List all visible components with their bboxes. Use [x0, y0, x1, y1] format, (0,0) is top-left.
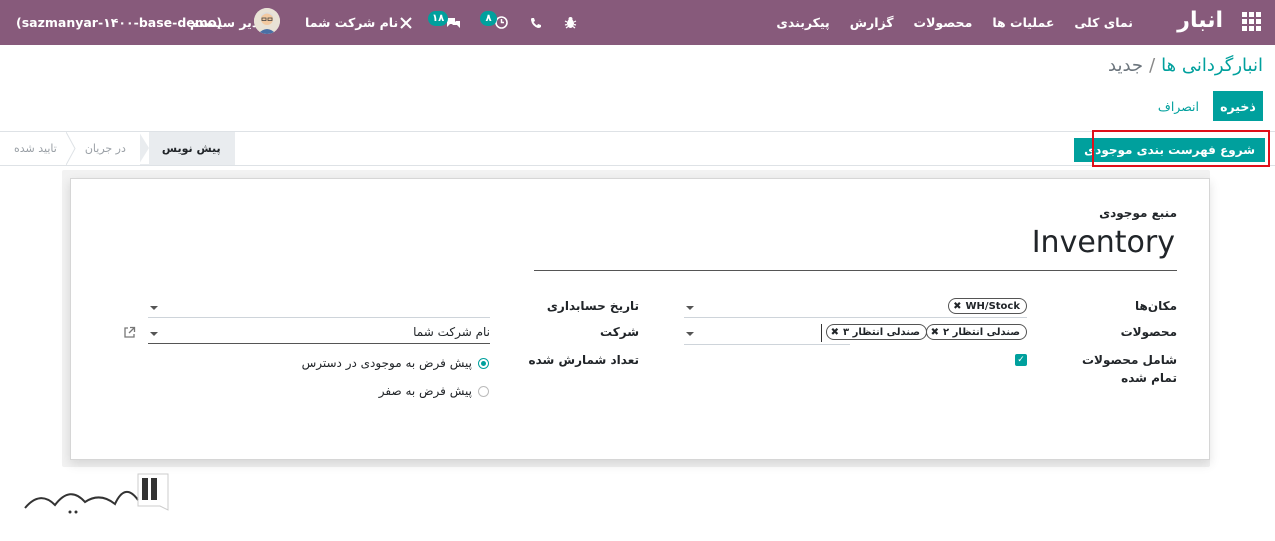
tools-icon[interactable] [397, 0, 415, 45]
breadcrumb: انبارگردانی ها/جدید [1108, 55, 1263, 76]
top-navbar: انبار نمای کلی عملیات ها محصولات گزارش پ… [0, 0, 1275, 45]
counted-option-label: پیش فرض به صفر [378, 384, 472, 398]
menu-configuration[interactable]: پیکربندی [766, 15, 839, 30]
locations-dropdown-caret[interactable] [686, 306, 694, 310]
activities-badge: ۸ [480, 11, 497, 26]
products-dropdown-caret[interactable] [686, 332, 694, 336]
location-tag-label: WH/Stock [965, 300, 1020, 312]
remove-tag-icon[interactable]: ✖ [953, 301, 961, 312]
menu-operations[interactable]: عملیات ها [982, 15, 1064, 30]
status-bar: شروع فهرست بندی موجودی تایید شده در جریا… [0, 130, 1275, 167]
accounting-date-field[interactable] [148, 296, 490, 318]
breadcrumb-current: جدید [1108, 55, 1144, 76]
source-label: منبع موجودی [1099, 206, 1177, 220]
discard-button[interactable]: انصراف [1152, 91, 1205, 121]
watermark-logo [20, 470, 170, 520]
locations-field[interactable]: ✖ WH/Stock [684, 296, 1027, 318]
company-value: نام شرکت شما [413, 325, 490, 339]
external-link-icon[interactable] [123, 326, 137, 340]
company-dropdown-caret[interactable] [150, 332, 158, 336]
accounting-date-caret[interactable] [150, 306, 158, 310]
app-brand[interactable]: انبار [1177, 8, 1223, 33]
menu-overview[interactable]: نمای کلی [1064, 15, 1143, 30]
accounting-date-label: تاریخ حسابداری [546, 299, 639, 313]
avatar[interactable] [254, 8, 280, 34]
apps-grid-icon[interactable] [1241, 12, 1261, 32]
text-cursor [821, 324, 822, 342]
stage-done[interactable]: تایید شده [0, 132, 71, 165]
menu-products[interactable]: محصولات [904, 15, 983, 30]
source-value[interactable]: Inventory [1032, 225, 1175, 260]
products-label: محصولات [1120, 325, 1177, 339]
counted-option-available[interactable]: پیش فرض به موجودی در دسترس [302, 356, 489, 370]
include-exhausted-checkbox[interactable]: ✓ [1015, 354, 1027, 366]
locations-label: مکان‌ها [1135, 299, 1177, 313]
product-tag-label: صندلی انتظار ۳ [843, 326, 920, 338]
product-tag[interactable]: ✖ صندلی انتظار ۳ [825, 324, 927, 340]
include-exhausted-label: شامل محصولات تمام شده [1081, 353, 1177, 385]
stage-draft[interactable]: پیش نویس [138, 132, 235, 165]
main-menu: نمای کلی عملیات ها محصولات گزارش پیکربند… [766, 0, 1143, 45]
product-tag[interactable]: ✖ صندلی انتظار ۲ [925, 324, 1027, 340]
stage-in-progress[interactable]: در جریان [71, 132, 140, 165]
location-tag[interactable]: ✖ WH/Stock [948, 298, 1027, 314]
radio-button[interactable] [478, 385, 489, 397]
menu-reporting[interactable]: گزارش [840, 15, 904, 30]
messages-badge: ۱۸ [428, 11, 449, 26]
source-underline [534, 270, 1177, 271]
start-inventory-button[interactable]: شروع فهرست بندی موجودی [1074, 138, 1265, 162]
counted-option-zero[interactable]: پیش فرض به صفر [379, 384, 489, 398]
counted-qty-label: تعداد شمارش شده [528, 353, 639, 367]
systray: (sazmanyar-۱۴۰۰-base-demo) مدیر سیستم نا… [0, 0, 620, 45]
products-underline [684, 344, 850, 345]
company-switcher[interactable]: نام شرکت شما [305, 0, 398, 45]
save-button[interactable]: ذخیره [1213, 91, 1263, 121]
bug-icon[interactable] [561, 0, 579, 45]
breadcrumb-parent[interactable]: انبارگردانی ها [1161, 55, 1263, 76]
remove-tag-icon[interactable]: ✖ [831, 327, 839, 338]
company-field[interactable]: نام شرکت شما [148, 322, 490, 344]
phone-icon[interactable] [527, 0, 545, 45]
company-label: شرکت [600, 325, 639, 339]
counted-option-label: پیش فرض به موجودی در دسترس [301, 356, 472, 370]
stage-pipeline: تایید شده در جریان پیش نویس [0, 132, 235, 165]
product-tag-label: صندلی انتظار ۲ [943, 326, 1020, 338]
radio-button[interactable] [478, 357, 489, 369]
form-sheet: منبع موجودی Inventory مکان‌ها محصولات شا… [70, 178, 1210, 460]
remove-tag-icon[interactable]: ✖ [931, 327, 939, 338]
breadcrumb-separator: / [1149, 55, 1156, 76]
products-field[interactable]: ✖ صندلی انتظار ۲ ✖ صندلی انتظار ۳ [684, 322, 1027, 344]
